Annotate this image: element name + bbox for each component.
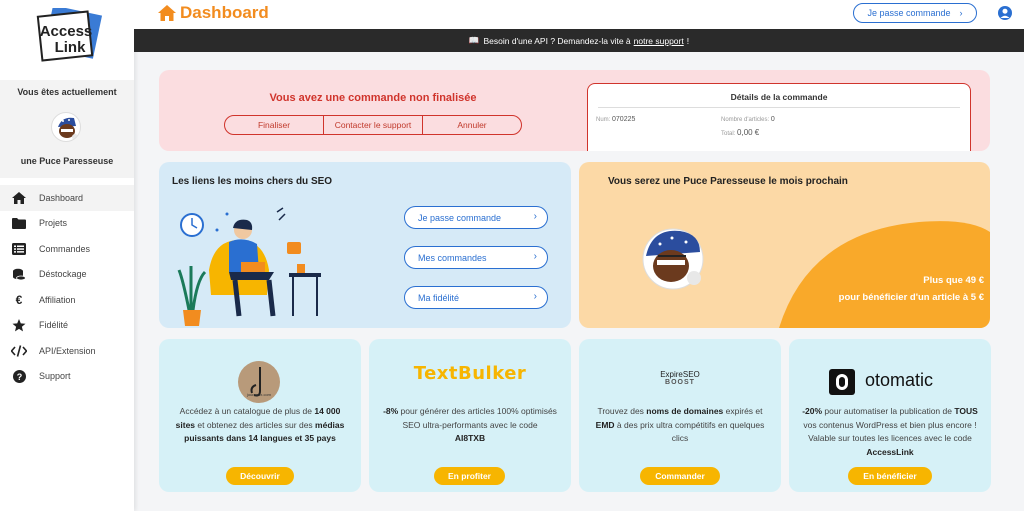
order-article-count: Nombre d'articles: 0: [721, 116, 775, 123]
finalize-button[interactable]: Finaliser: [225, 116, 324, 134]
get-offer-button[interactable]: En bénéficier: [848, 467, 932, 485]
pending-order-card: Vous avez une commande non finalisée Fin…: [159, 70, 990, 151]
sidebar-item-label: Fidélité: [39, 320, 69, 331]
list-icon: [11, 242, 27, 256]
next-month-card: Vous serez une Puce Paresseuse le mois p…: [579, 162, 990, 328]
sidebar-item-support[interactable]: ? Support: [0, 364, 134, 390]
discover-button[interactable]: Découvrir: [226, 467, 294, 485]
star-icon: [11, 318, 27, 332]
partner-description: Trouvez des noms de domaines expirés et …: [595, 406, 765, 443]
chevron-right-icon: ›: [959, 8, 963, 18]
sidebar-item-label: Affiliation: [39, 294, 76, 305]
question-icon: ?: [11, 369, 27, 383]
header-order-button[interactable]: Je passe commande ›: [853, 3, 977, 23]
lazy-flea-mascot: [642, 228, 704, 290]
otomatic-logo-mark: [829, 369, 855, 395]
benefit-text: pour bénéficier d'un article à 5 €: [838, 292, 984, 303]
partner-card-journaux: journaux.com Accédez à un catalogue de p…: [159, 339, 361, 492]
sidebar-item-label: API/Extension: [39, 345, 96, 356]
support-link[interactable]: notre support: [634, 36, 684, 46]
partner-card-textbulker: TextBulker -8% pour générer des articles…: [369, 339, 571, 492]
api-banner: 📖 Besoin d'une API ? Demandez-la vite à …: [134, 29, 1024, 52]
home-icon: [158, 5, 176, 21]
sidebar-item-api-extension[interactable]: API/Extension: [0, 338, 134, 364]
chevron-right-icon: ›: [533, 251, 537, 262]
sidebar-item-label: Support: [39, 371, 71, 382]
partner-description: Accédez à un catalogue de plus de 14 000…: [175, 406, 345, 443]
cheapest-links-title: Les liens les moins chers du SEO: [172, 176, 333, 187]
access-link-logo[interactable]: Access Link: [28, 5, 106, 66]
remaining-amount: Plus que 49 €: [923, 275, 984, 286]
svg-text:Access: Access: [40, 23, 93, 40]
code-icon: [11, 344, 27, 358]
order-button[interactable]: Je passe commande ›: [404, 206, 548, 229]
sidebar: Access Link Vous êtes actuellement une P…: [0, 0, 134, 511]
textbulker-logo: TextBulker: [413, 363, 527, 384]
expireseo-logo: ExpireSEO BOOST: [660, 370, 700, 386]
coins-icon: [11, 267, 27, 281]
sidebar-item-commandes[interactable]: Commandes: [0, 236, 134, 262]
journaux-logo: journaux.com: [238, 361, 280, 403]
top-header: Dashboard Je passe commande ›: [134, 0, 1024, 29]
book-icon: 📖: [468, 35, 480, 45]
otomatic-logo: otomatic: [865, 370, 934, 390]
chevron-right-icon: ›: [533, 211, 537, 222]
order-details: Détails de la commande Num: 070225 Nombr…: [587, 83, 971, 151]
order-domains-button[interactable]: Commander: [640, 467, 720, 485]
cheapest-links-card: Les liens les moins chers du SEO Je pass…: [159, 162, 571, 328]
svg-text:?: ?: [16, 372, 22, 382]
partner-description: -8% pour générer des articles 100% optim…: [383, 406, 557, 443]
my-orders-button[interactable]: Mes commandes ›: [404, 246, 548, 269]
folder-icon: [11, 216, 27, 230]
sidebar-item-fidelite[interactable]: Fidélité: [0, 313, 134, 339]
order-number: Num: 070225: [596, 116, 636, 123]
euro-icon: €: [15, 292, 23, 307]
contact-support-button[interactable]: Contacter le support: [324, 116, 423, 134]
order-total: Total: 0,00 €: [721, 128, 760, 137]
pending-order-actions: Finaliser Contacter le support Annuler: [224, 115, 522, 135]
partner-card-expireseo: ExpireSEO BOOST Trouvez des noms de doma…: [579, 339, 781, 492]
sidebar-item-label: Commandes: [39, 243, 91, 254]
sidebar-item-projets[interactable]: Projets: [0, 211, 134, 237]
sidebar-nav: Dashboard Projets Commandes Déstockage €…: [0, 185, 134, 389]
chevron-right-icon: ›: [533, 291, 537, 302]
sidebar-item-destockage[interactable]: Déstockage: [0, 262, 134, 288]
sidebar-item-label: Projets: [39, 218, 68, 229]
svg-text:Link: Link: [55, 39, 86, 56]
loyalty-button[interactable]: Ma fidélité ›: [404, 286, 548, 309]
sidebar-item-label: Dashboard: [39, 192, 84, 203]
cancel-button[interactable]: Annuler: [423, 116, 521, 134]
sidebar-item-affiliation[interactable]: € Affiliation: [0, 287, 134, 313]
freelancer-illustration: [177, 207, 321, 326]
level-intro: Vous êtes actuellement: [17, 87, 117, 97]
pending-order-title: Vous avez une commande non finalisée: [269, 92, 477, 104]
partner-description: -20% pour automatiser la publication de …: [802, 406, 978, 457]
benefit-button[interactable]: En profiter: [434, 467, 505, 485]
partner-card-otomatic: otomatic -20% pour automatiser la public…: [789, 339, 991, 492]
level-avatar: [51, 112, 81, 142]
next-month-title: Vous serez une Puce Paresseuse le mois p…: [608, 176, 848, 187]
page-title: Dashboard: [158, 3, 269, 23]
sidebar-item-label: Déstockage: [39, 269, 87, 280]
user-circle-icon[interactable]: [998, 6, 1012, 20]
sidebar-item-dashboard[interactable]: Dashboard: [0, 185, 134, 211]
home-icon: [11, 191, 27, 205]
order-details-title: Détails de la commande: [730, 92, 828, 102]
level-name: une Puce Paresseuse: [20, 156, 114, 166]
divider: [598, 107, 960, 108]
